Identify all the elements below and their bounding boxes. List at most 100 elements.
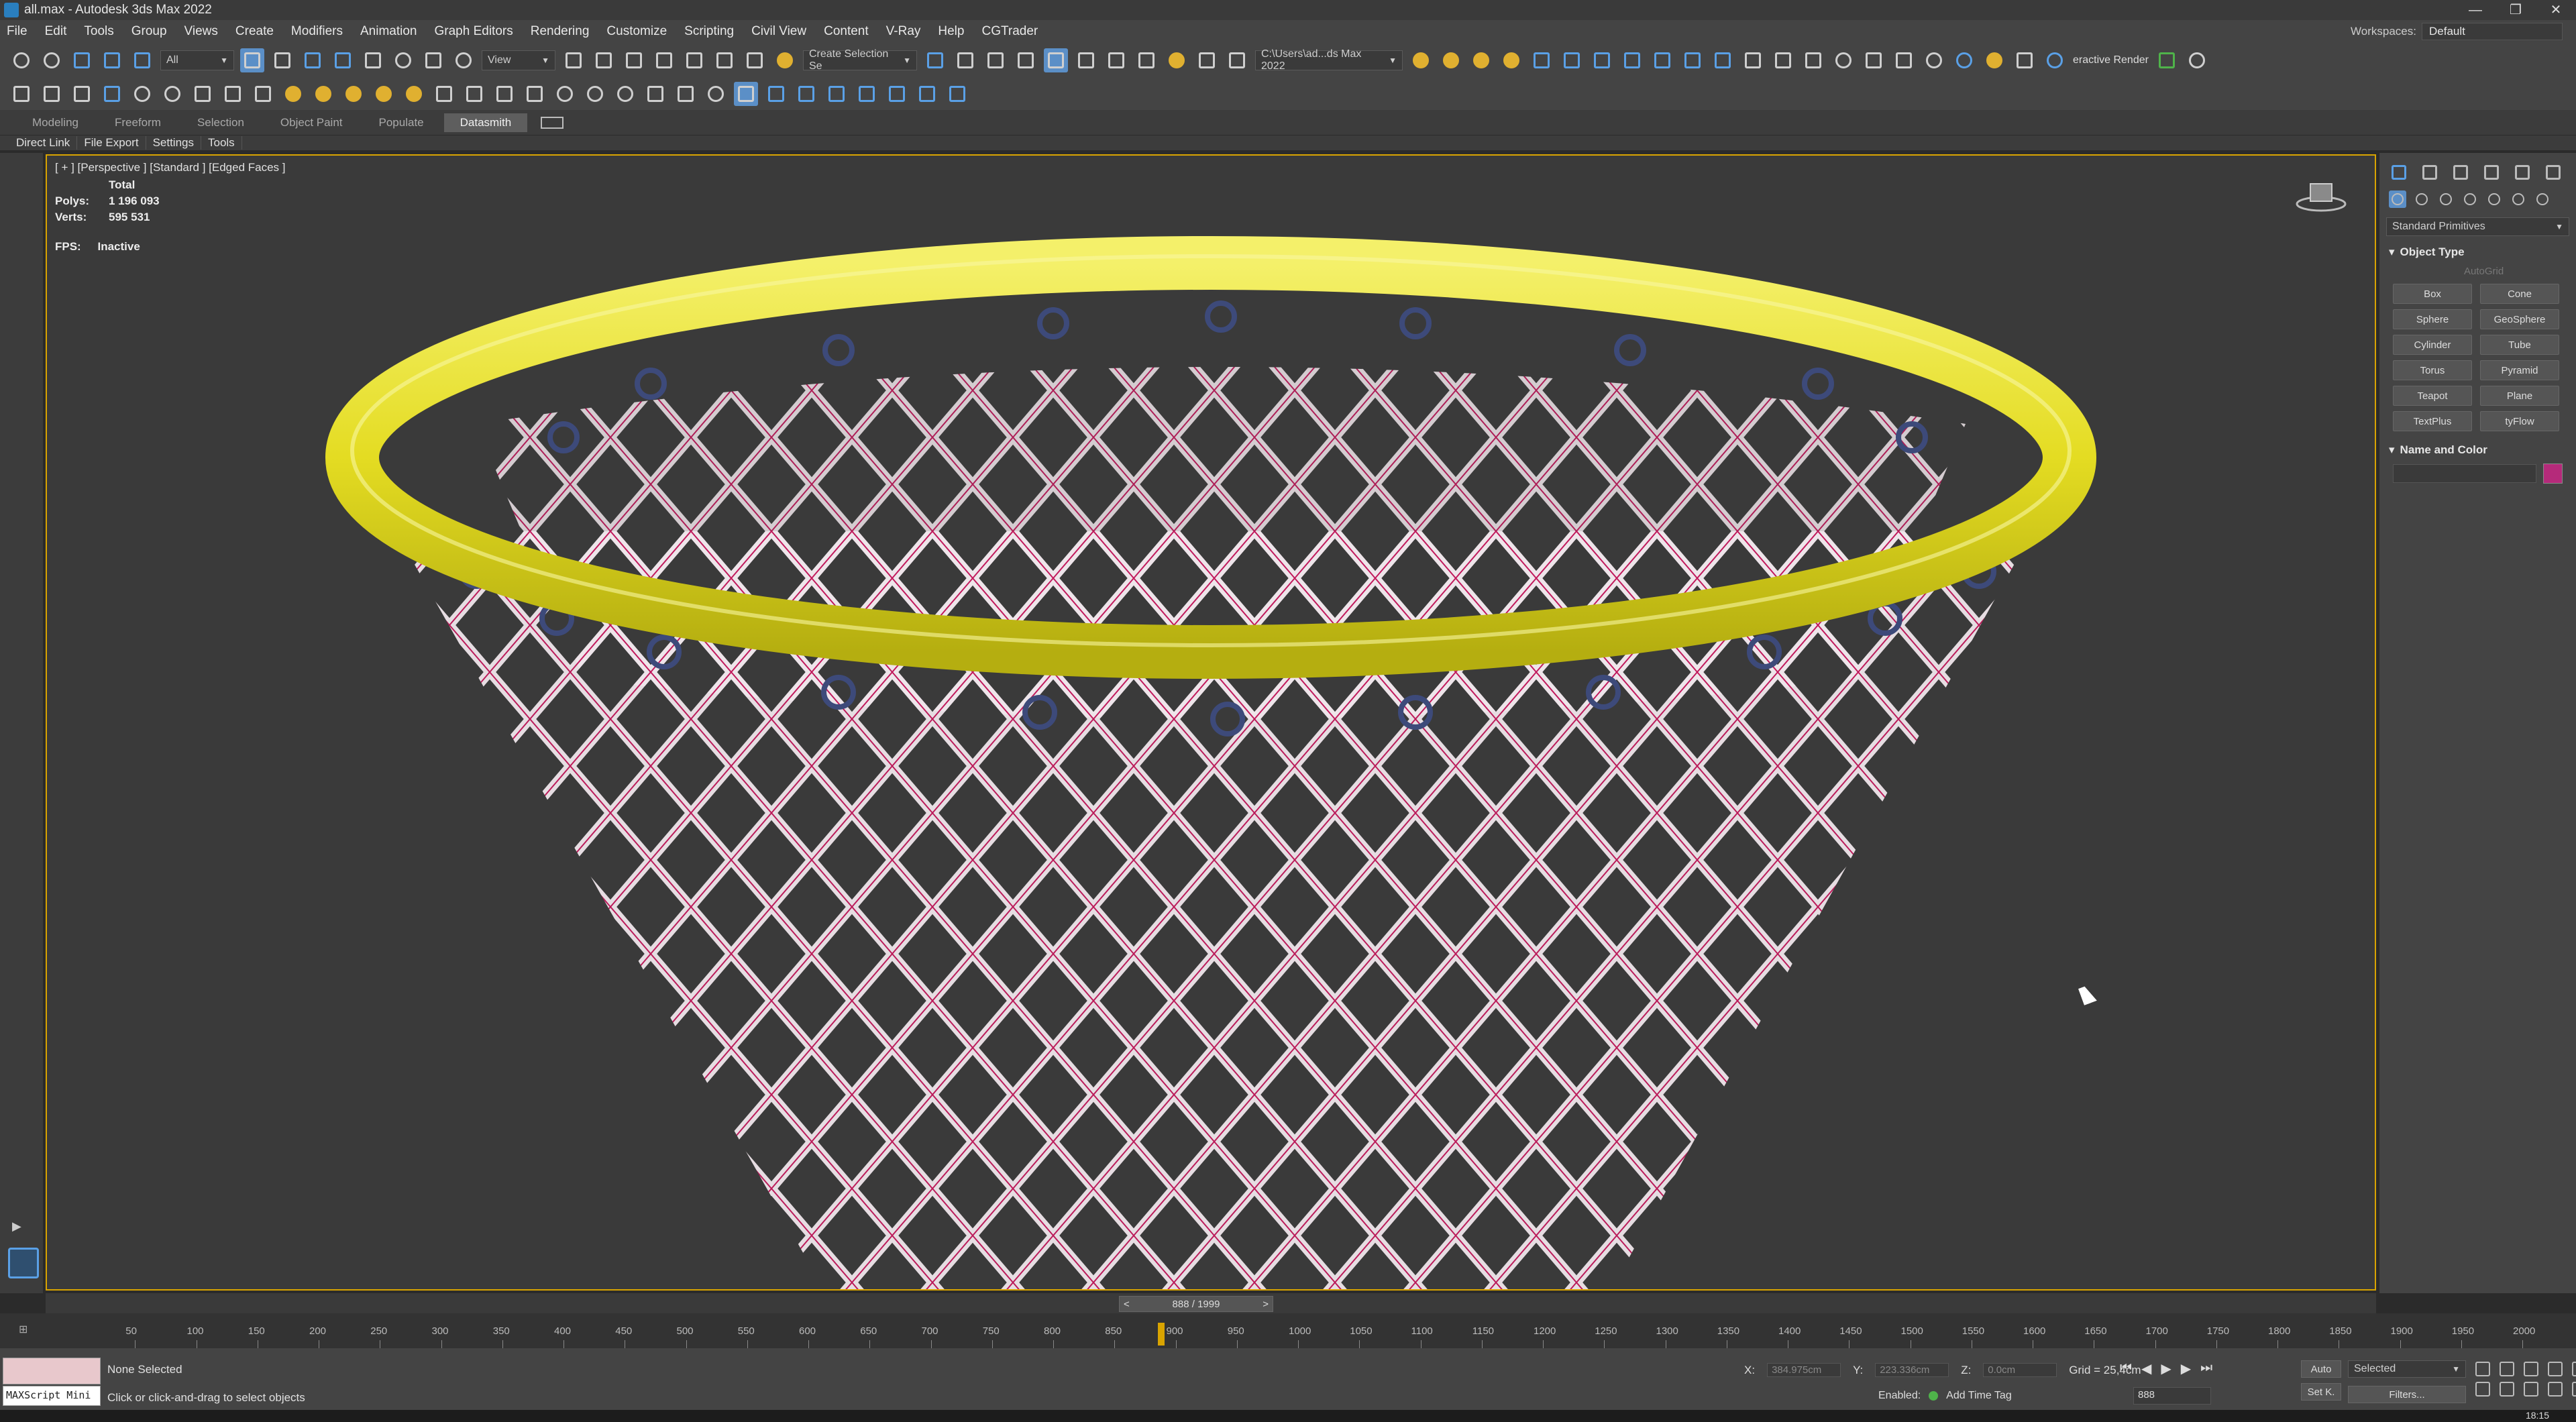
- material-icon-2[interactable]: [613, 82, 637, 106]
- vray-toolbar-icon-15[interactable]: [1982, 48, 2006, 72]
- menu-animation[interactable]: Animation: [360, 24, 417, 39]
- rendered-frame-window-icon[interactable]: [1195, 48, 1219, 72]
- align-icon[interactable]: [953, 48, 977, 72]
- render-production-icon[interactable]: [1225, 48, 1249, 72]
- reference-coord-dropdown[interactable]: View ▼: [482, 50, 555, 70]
- key-filters-button[interactable]: Filters...: [2348, 1386, 2466, 1403]
- add-time-tag-button[interactable]: Add Time Tag: [1946, 1390, 2012, 1402]
- set-key-button[interactable]: Set K.: [2301, 1383, 2341, 1401]
- perspective-viewport[interactable]: [ + ] [Perspective ] [Standard ] [Edged …: [46, 154, 2376, 1291]
- light-icon-2[interactable]: [311, 82, 335, 106]
- project-folder-dropdown[interactable]: C:\Users\ad...ds Max 2022 ▼: [1255, 48, 1403, 72]
- angle-snap-icon[interactable]: [682, 48, 706, 72]
- time-slider-next[interactable]: >: [1263, 1299, 1269, 1310]
- light-icon-3[interactable]: [341, 82, 366, 106]
- tab-freeform[interactable]: Freeform: [99, 113, 177, 132]
- menu-group[interactable]: Group: [131, 24, 167, 39]
- current-frame-marker[interactable]: [1157, 1323, 1165, 1346]
- vray-toolbar-icon-5[interactable]: [1650, 48, 1674, 72]
- current-frame-field[interactable]: 888: [2133, 1387, 2211, 1405]
- pyramid-button[interactable]: Pyramid: [2480, 360, 2559, 380]
- menu-file[interactable]: File: [7, 24, 28, 39]
- tab-datasmith[interactable]: Datasmith: [443, 113, 528, 132]
- window-crossing-icon[interactable]: [331, 48, 355, 72]
- menu-views[interactable]: Views: [184, 24, 218, 39]
- teal-tool-icon-5[interactable]: [885, 82, 909, 106]
- create-tab-icon[interactable]: [2389, 162, 2409, 182]
- modify-tab-icon[interactable]: [2420, 162, 2440, 182]
- move-icon[interactable]: [361, 48, 385, 72]
- viewcube-icon[interactable]: [2294, 180, 2348, 213]
- select-manipulate-icon[interactable]: [592, 48, 616, 72]
- tyflow-icon[interactable]: [734, 82, 758, 106]
- mirror-icon[interactable]: [923, 48, 947, 72]
- menu-customize[interactable]: Customize: [606, 24, 667, 39]
- spacewarps-category-icon[interactable]: [2510, 190, 2527, 208]
- enabled-indicator-icon[interactable]: [1929, 1391, 1939, 1401]
- material-editor-icon[interactable]: [1134, 48, 1159, 72]
- toggle-scene-explorer-icon[interactable]: [983, 48, 1008, 72]
- restore-button[interactable]: ❐: [2496, 0, 2536, 20]
- ribbon-options-icon[interactable]: [541, 116, 564, 129]
- menu-edit[interactable]: Edit: [45, 24, 67, 39]
- cameras-category-icon[interactable]: [2461, 190, 2479, 208]
- snap-icon-2[interactable]: [40, 82, 64, 106]
- unlink-icon[interactable]: [100, 48, 124, 72]
- autogrid-checkbox[interactable]: AutoGrid: [2464, 262, 2572, 281]
- teapot-button[interactable]: Teapot: [2393, 386, 2472, 406]
- x-coordinate-field[interactable]: 384.975cm: [1767, 1363, 1841, 1377]
- menu-rendering[interactable]: Rendering: [531, 24, 590, 39]
- next-frame-icon[interactable]: ▶: [2181, 1360, 2191, 1377]
- spinner-snap-icon[interactable]: [743, 48, 767, 72]
- menu-cgtrader[interactable]: CGTrader: [981, 24, 1038, 39]
- key-filter-dropdown[interactable]: Selected ▼: [2348, 1360, 2466, 1378]
- time-slider-prev[interactable]: <: [1124, 1299, 1130, 1310]
- subtab-file-export[interactable]: File Export: [84, 136, 146, 150]
- utilities-tab-icon[interactable]: [2543, 162, 2563, 182]
- lights-category-icon[interactable]: [2437, 190, 2455, 208]
- name-and-color-header[interactable]: ▾ Name and Color: [2383, 441, 2572, 459]
- track-bar-toggle-icon[interactable]: ⊞: [19, 1323, 28, 1336]
- select-object-icon[interactable]: [240, 48, 264, 72]
- object-color-swatch[interactable]: [2543, 463, 2563, 484]
- viewport-layout-icon[interactable]: [8, 1248, 39, 1278]
- object-type-header[interactable]: ▾ Object Type: [2383, 243, 2572, 262]
- box-button[interactable]: Box: [2393, 284, 2472, 304]
- orbit-icon[interactable]: [2500, 1382, 2514, 1397]
- tab-populate[interactable]: Populate: [363, 113, 440, 132]
- viewport-label[interactable]: [ + ] [Perspective ] [Standard ] [Edged …: [55, 161, 286, 174]
- teal-tool-icon-4[interactable]: [855, 82, 879, 106]
- rotate-icon[interactable]: [391, 48, 415, 72]
- menu-modifiers[interactable]: Modifiers: [291, 24, 343, 39]
- auto-key-button[interactable]: Auto: [2301, 1360, 2341, 1378]
- geosphere-button[interactable]: GeoSphere: [2480, 309, 2559, 329]
- previous-frame-icon[interactable]: ◀: [2141, 1360, 2151, 1377]
- subtab-settings[interactable]: Settings: [153, 136, 201, 150]
- sphere-button[interactable]: Sphere: [2393, 309, 2472, 329]
- tab-modeling[interactable]: Modeling: [16, 113, 95, 132]
- go-to-start-icon[interactable]: ⏮: [2120, 1360, 2132, 1377]
- select-by-name-icon[interactable]: [270, 48, 294, 72]
- pivot-center-icon[interactable]: [561, 48, 586, 72]
- snap-icon-3[interactable]: [70, 82, 94, 106]
- cylinder-button[interactable]: Cylinder: [2393, 335, 2472, 355]
- maximize-viewport-icon[interactable]: [2524, 1382, 2538, 1397]
- display-tab-icon[interactable]: [2512, 162, 2532, 182]
- keyboard-shortcut-icon[interactable]: [622, 48, 646, 72]
- time-slider[interactable]: < 888 / 1999 >: [46, 1293, 2376, 1313]
- vray-toolbar-icon-6[interactable]: [1680, 48, 1705, 72]
- cone-button[interactable]: Cone: [2480, 284, 2559, 304]
- placement-icon[interactable]: [451, 48, 476, 72]
- systems-category-icon[interactable]: [2534, 190, 2551, 208]
- schematic-view-icon[interactable]: [1104, 48, 1128, 72]
- toggle-layer-explorer-icon[interactable]: [1014, 48, 1038, 72]
- vray-mesh-icon[interactable]: [523, 82, 547, 106]
- sun-icon-2[interactable]: [402, 82, 426, 106]
- hierarchy-tab-icon[interactable]: [2451, 162, 2471, 182]
- named-selection-sets-dropdown[interactable]: Create Selection Se ▼: [803, 48, 917, 72]
- teal-tool-icon-6[interactable]: [915, 82, 939, 106]
- vray-toolbar-icon-14[interactable]: [1922, 48, 1946, 72]
- edit-named-sets-icon[interactable]: [773, 48, 797, 72]
- helpers-category-icon[interactable]: [2485, 190, 2503, 208]
- tube-button[interactable]: Tube: [2480, 335, 2559, 355]
